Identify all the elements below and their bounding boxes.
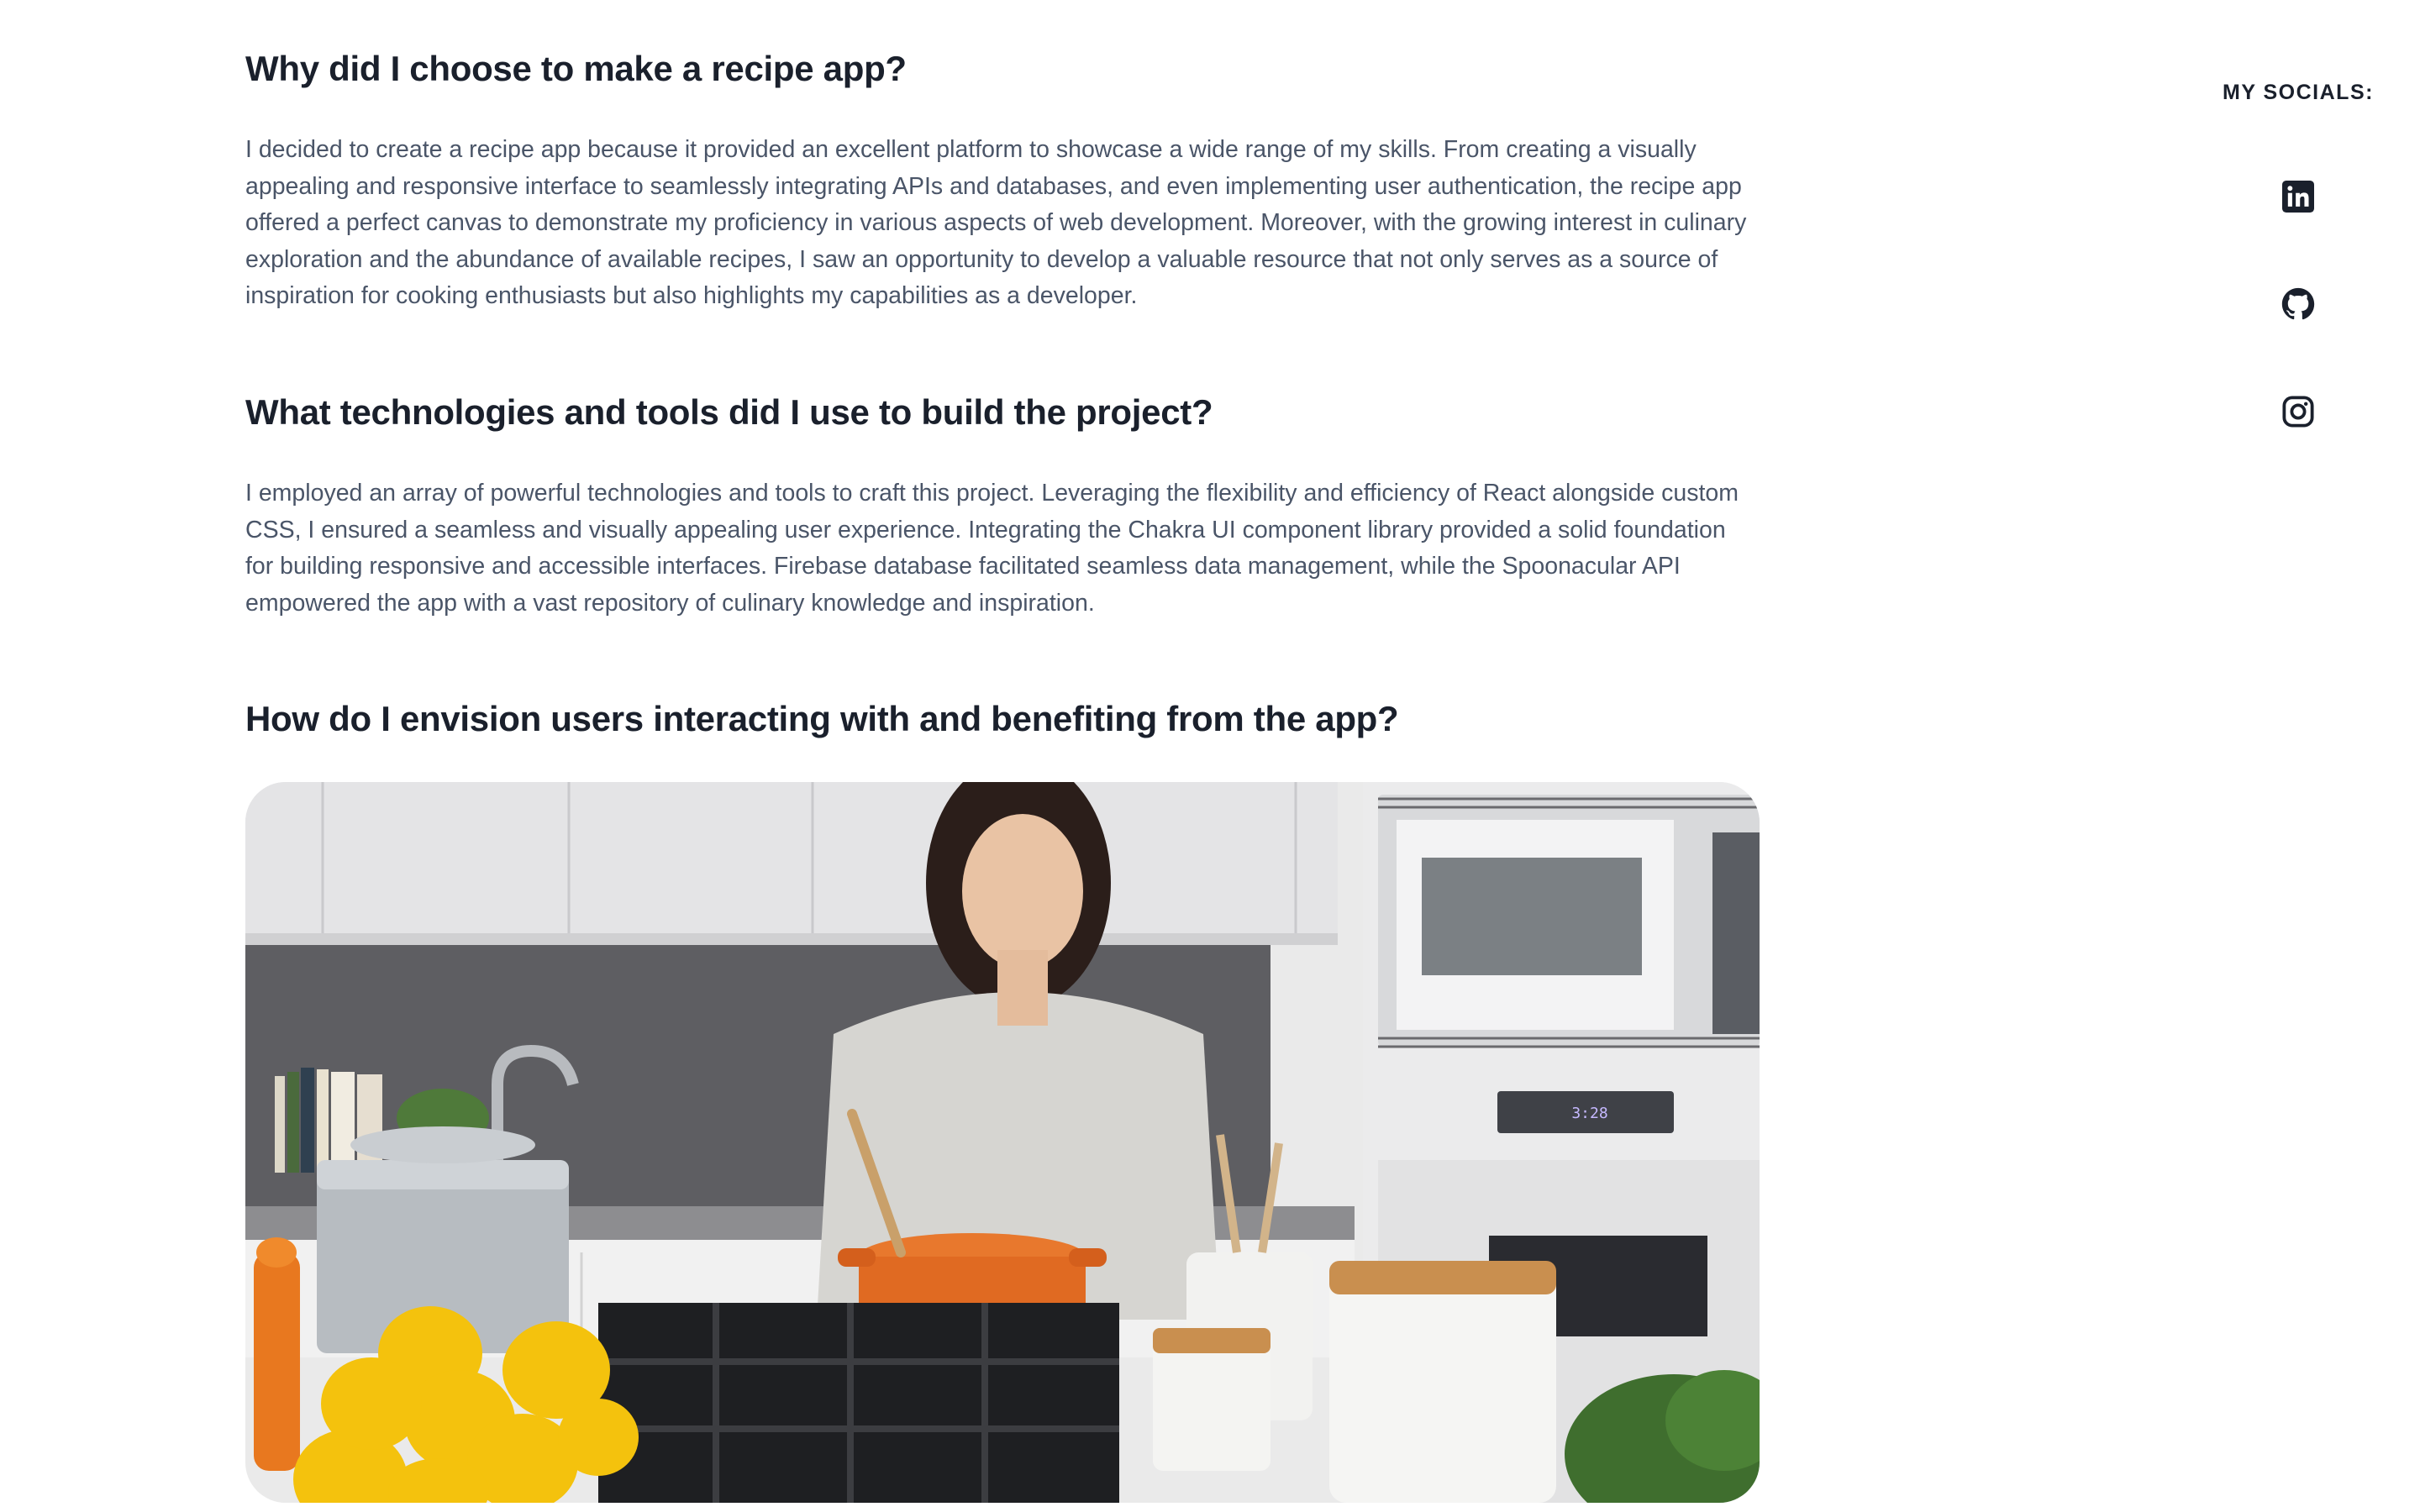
github-link[interactable]: [2280, 287, 2317, 324]
section-paragraph-why: I decided to create a recipe app because…: [245, 136, 1747, 310]
section-paragraph-technologies: I employed an array of powerful technolo…: [245, 480, 1739, 617]
linkedin-link[interactable]: [2280, 180, 2317, 217]
socials-label: MY SOCIALS:: [2223, 81, 2374, 104]
instagram-link[interactable]: [2280, 395, 2317, 432]
linkedin-icon: [2282, 180, 2314, 217]
section-heading-users: How do I envision users interacting with…: [245, 699, 1399, 738]
svg-text:3:28: 3:28: [1571, 1105, 1607, 1122]
section-heading-why: Why did I choose to make a recipe app?: [245, 49, 907, 88]
instagram-icon: [2282, 395, 2314, 432]
github-icon: [2281, 287, 2315, 325]
kitchen-cooking-photo: 3:28: [245, 782, 1760, 1503]
section-heading-technologies: What technologies and tools did I use to…: [245, 392, 1213, 432]
socials-panel: MY SOCIALS:: [2210, 81, 2386, 428]
